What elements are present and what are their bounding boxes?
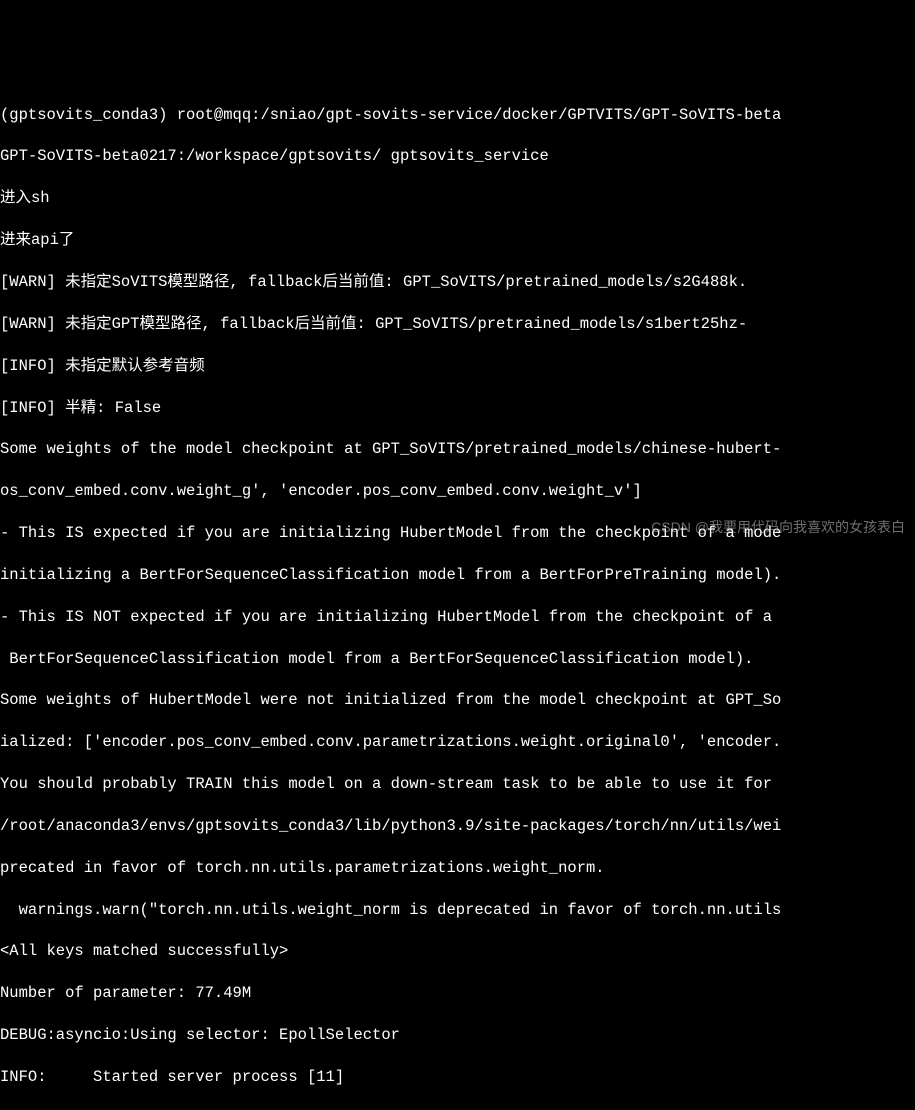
terminal-line: <All keys matched successfully>: [0, 941, 915, 962]
terminal-line: [WARN] 未指定SoVITS模型路径, fallback后当前值: GPT_…: [0, 272, 915, 293]
terminal-line: - This IS NOT expected if you are initia…: [0, 607, 915, 628]
terminal-line: DEBUG:asyncio:Using selector: EpollSelec…: [0, 1025, 915, 1046]
terminal-line: [WARN] 未指定GPT模型路径, fallback后当前值: GPT_SoV…: [0, 314, 915, 335]
terminal-line: 进入sh: [0, 188, 915, 209]
terminal-line: GPT-SoVITS-beta0217:/workspace/gptsovits…: [0, 146, 915, 167]
terminal-line: warnings.warn("torch.nn.utils.weight_nor…: [0, 900, 915, 921]
terminal-line: precated in favor of torch.nn.utils.para…: [0, 858, 915, 879]
terminal-line: os_conv_embed.conv.weight_g', 'encoder.p…: [0, 481, 915, 502]
terminal-line: 进来api了: [0, 230, 915, 251]
terminal-line: [INFO] 未指定默认参考音频: [0, 356, 915, 377]
terminal-line: Some weights of HubertModel were not ini…: [0, 690, 915, 711]
terminal-line: INFO: Started server process [11]: [0, 1067, 915, 1088]
csdn-watermark: CSDN @我要用代码向我喜欢的女孩表白: [651, 518, 905, 537]
terminal-line: (gptsovits_conda3) root@mqq:/sniao/gpt-s…: [0, 105, 915, 126]
terminal-line: Some weights of the model checkpoint at …: [0, 439, 915, 460]
terminal-line: You should probably TRAIN this model on …: [0, 774, 915, 795]
terminal-line: Number of parameter: 77.49M: [0, 983, 915, 1004]
terminal-line: [INFO] 半精: False: [0, 398, 915, 419]
terminal-line: BertForSequenceClassification model from…: [0, 649, 915, 670]
terminal-line: INFO: Waiting for application startup.: [0, 1109, 915, 1110]
terminal-output: (gptsovits_conda3) root@mqq:/sniao/gpt-s…: [0, 84, 915, 1110]
terminal-line: /root/anaconda3/envs/gptsovits_conda3/li…: [0, 816, 915, 837]
terminal-line: initializing a BertForSequenceClassifica…: [0, 565, 915, 586]
terminal-line: ialized: ['encoder.pos_conv_embed.conv.p…: [0, 732, 915, 753]
